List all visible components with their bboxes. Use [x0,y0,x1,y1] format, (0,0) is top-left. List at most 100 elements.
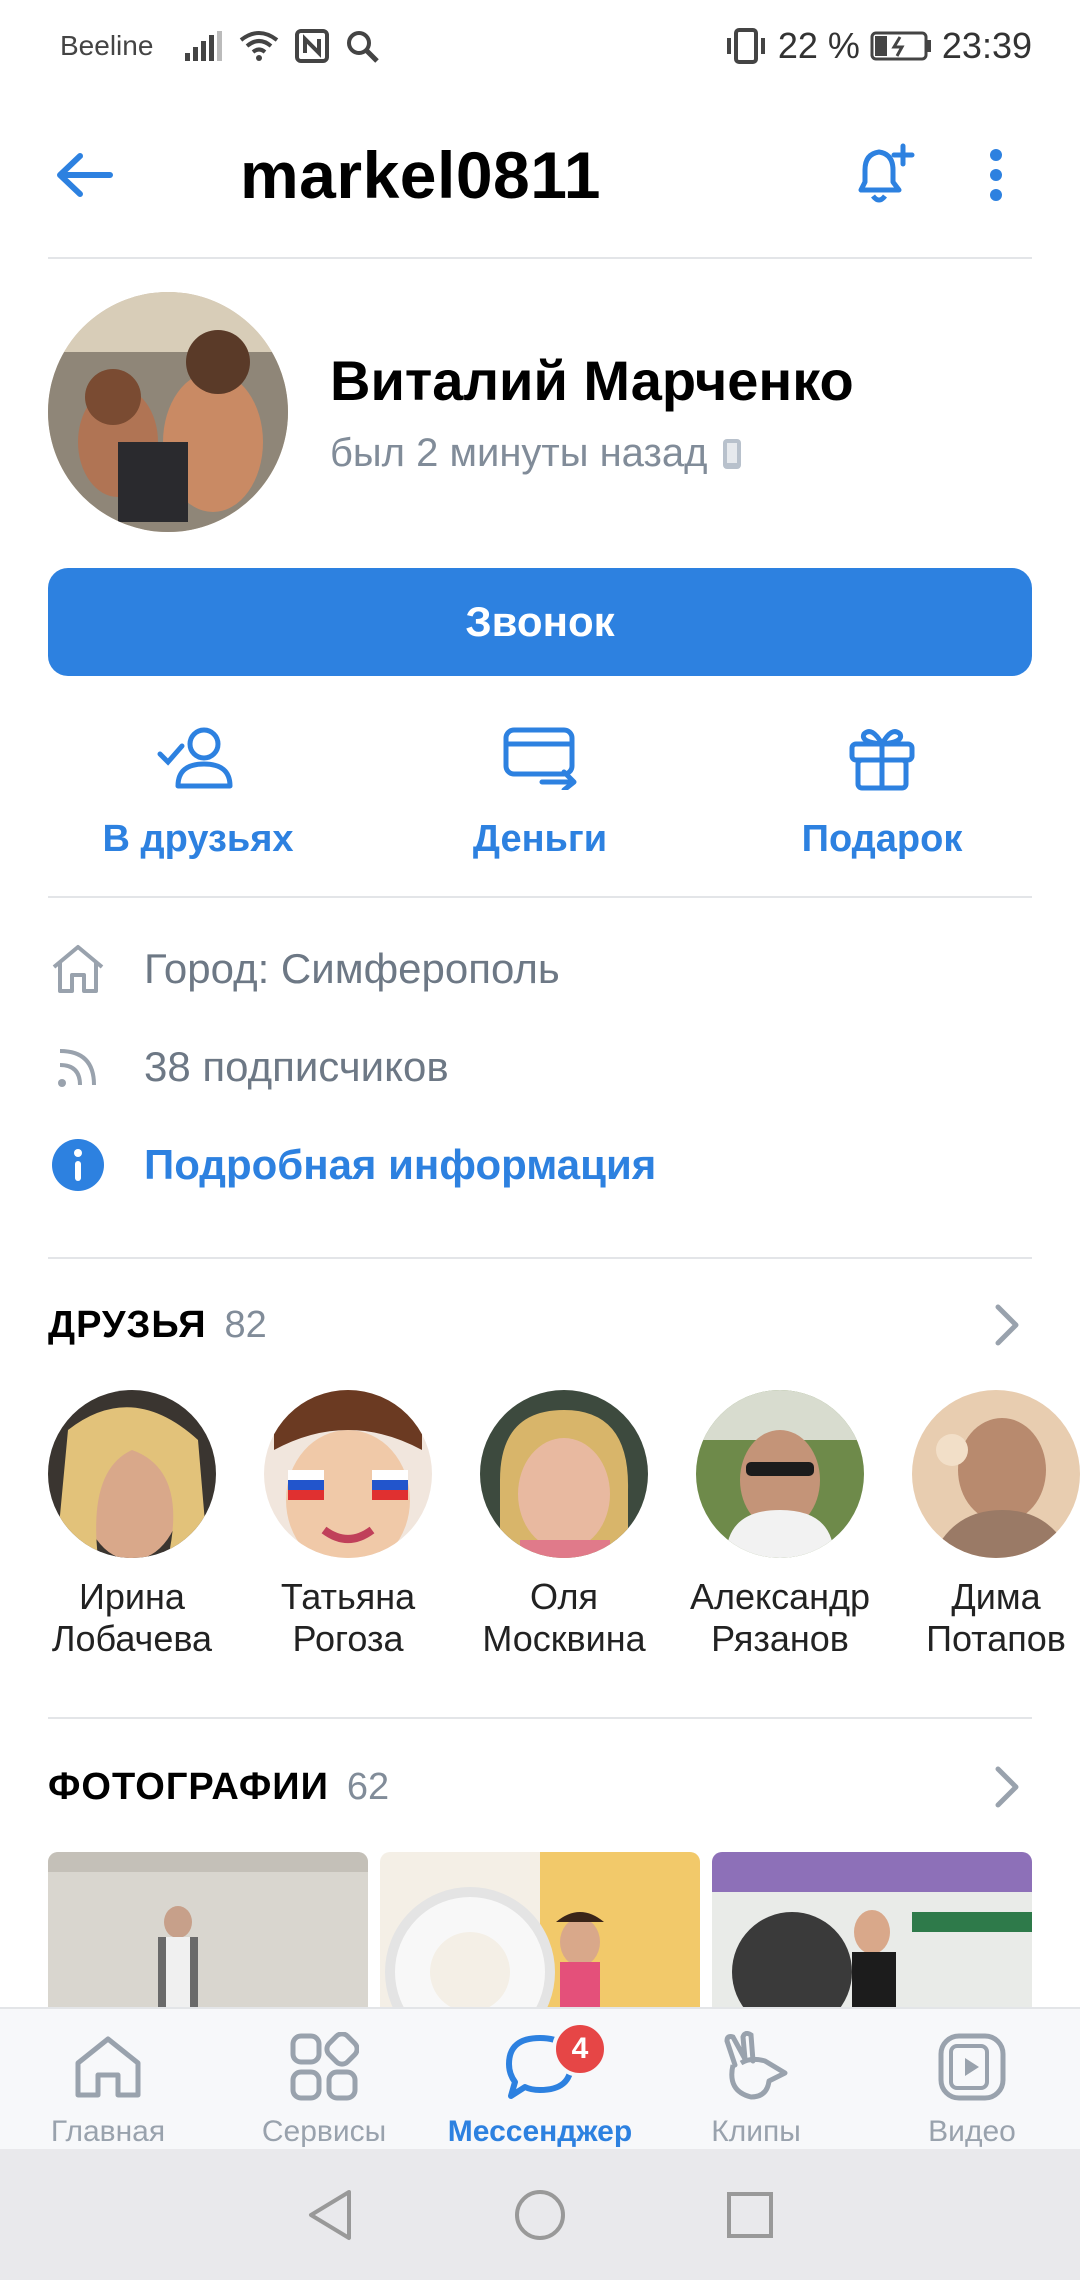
more-options-button[interactable] [960,139,1032,211]
friend-avatar [480,1390,648,1558]
clock: 23:39 [941,25,1032,66]
tab-home-label: Главная [50,2115,166,2148]
followers-text: 38 подписчиков [144,1043,449,1090]
last-seen-text: был 2 минуты назад [330,431,708,475]
money-button[interactable]: Деньги [390,718,690,868]
friend-first-name: Татьяна [280,1576,416,1617]
tab-messenger-label: Мессенджер [447,2115,633,2148]
more-info-link: Подробная информация [144,1141,657,1188]
nfc-icon [295,29,330,63]
friend-item[interactable]: Татьяна Рогоза [264,1390,432,1670]
friend-item[interactable]: Дима Потапов [912,1390,1080,1670]
city-text: Город: Симферополь [144,945,560,992]
info-icon [52,1139,104,1191]
call-button[interactable]: Звонок [48,568,1032,676]
photos-title: ФОТОГРАФИИ [48,1765,329,1808]
gift-button[interactable]: Подарок [732,718,1032,868]
friend-item[interactable]: Ирина Лобачева [48,1390,216,1670]
user-check-icon [157,727,233,789]
tab-services[interactable]: Сервисы [216,2009,432,2149]
home-icon [52,945,104,993]
friends-section-header[interactable]: ДРУЗЬЯ 82 [48,1290,1032,1360]
signal-icon [183,31,223,61]
friend-last-name: Потапов [926,1618,1066,1659]
profile-name: Виталий Марченко [330,349,854,412]
services-icon [290,2032,359,2101]
rss-icon [58,1049,96,1087]
carrier-label: Beeline [60,30,154,61]
mobile-icon [723,438,742,469]
bottom-tab-bar: Главная Сервисы 4 Мессенджер Клипы Видео [0,2007,1080,2149]
money-label: Деньги [472,818,608,860]
friend-last-name: Рязанов [711,1618,849,1659]
chevron-right-icon [982,1300,1032,1350]
nav-home-button[interactable] [510,2185,570,2245]
wifi-icon [239,30,279,62]
clips-icon [724,2031,788,2100]
profile-actions: В друзьях Деньги Подарок [48,718,1032,868]
gift-label: Подарок [801,818,963,860]
friend-first-name: Ирина [79,1576,185,1617]
tab-home[interactable]: Главная [0,2009,216,2149]
square-recents-icon [727,2191,773,2238]
friend-avatar [696,1390,864,1558]
city-row: Город: Симферополь [48,920,1032,1018]
battery-percent: 22 % [777,25,860,66]
avatar[interactable] [48,292,288,532]
friends-list: Ирина Лобачева Татьяна Рогоза Оля Москви… [48,1390,1080,1670]
photo-thumbnail[interactable] [48,1852,368,2007]
more-vertical-icon [990,148,1002,201]
video-icon [938,2033,1006,2101]
header-divider [48,257,1032,259]
actions-divider [48,896,1032,898]
friends-status-button[interactable]: В друзьях [48,718,348,868]
friend-first-name: Дима [951,1576,1041,1617]
friend-last-name: Москвина [482,1618,646,1659]
details-divider [48,1257,1032,1259]
money-transfer-icon [503,727,577,790]
status-bar: Beeline 22 % 23:39 [0,0,1080,92]
circle-home-icon [515,2189,565,2240]
friend-last-name: Рогоза [292,1618,404,1659]
chevron-right-icon [982,1762,1032,1812]
photo-thumbnail[interactable] [380,1852,700,2007]
system-navigation-bar [0,2149,1080,2280]
nav-recents-button[interactable] [720,2185,780,2245]
battery-icon [870,31,932,61]
tab-services-label: Сервисы [261,2115,387,2148]
friend-item[interactable]: Оля Москвина [480,1390,648,1670]
triangle-back-icon [309,2189,351,2240]
friends-divider [48,1717,1032,1719]
back-button[interactable] [48,139,120,211]
photo-thumbnail[interactable] [712,1852,1032,2007]
friend-avatar [264,1390,432,1558]
home-icon [75,2036,141,2098]
tab-video[interactable]: Видео [864,2009,1080,2149]
friend-avatar [912,1390,1080,1558]
arrow-left-icon [57,152,113,197]
more-info-row[interactable]: Подробная информация [48,1116,1032,1214]
photos-count: 62 [346,1765,390,1808]
followers-row[interactable]: 38 подписчиков [48,1018,1032,1116]
friend-first-name: Александр [689,1576,871,1617]
vibrate-icon [724,28,768,64]
top-app-bar: markel0811 [0,92,1080,257]
photos-section-header[interactable]: ФОТОГРАФИИ 62 [48,1752,1032,1822]
tab-video-label: Видео [928,2115,1016,2148]
photos-grid [48,1852,1032,2007]
search-icon [345,29,380,63]
friend-avatar [48,1390,216,1558]
gift-icon [849,729,915,791]
profile-card: Виталий Марченко был 2 минуты назад [48,292,1032,532]
friend-item[interactable]: Александр Рязанов [690,1390,870,1670]
page-title: markel0811 [240,137,602,212]
friends-count: 82 [224,1303,267,1346]
tab-messenger[interactable]: 4 Мессенджер [432,2009,648,2149]
subscribe-notifications-button[interactable] [846,139,918,211]
profile-details: Город: Симферополь 38 подписчиков Подроб… [48,920,1032,1214]
friend-first-name: Оля [529,1576,599,1617]
nav-back-button[interactable] [300,2185,360,2245]
tab-clips[interactable]: Клипы [648,2009,864,2149]
unread-badge: 4 [552,2021,608,2077]
tab-clips-label: Клипы [711,2115,801,2148]
